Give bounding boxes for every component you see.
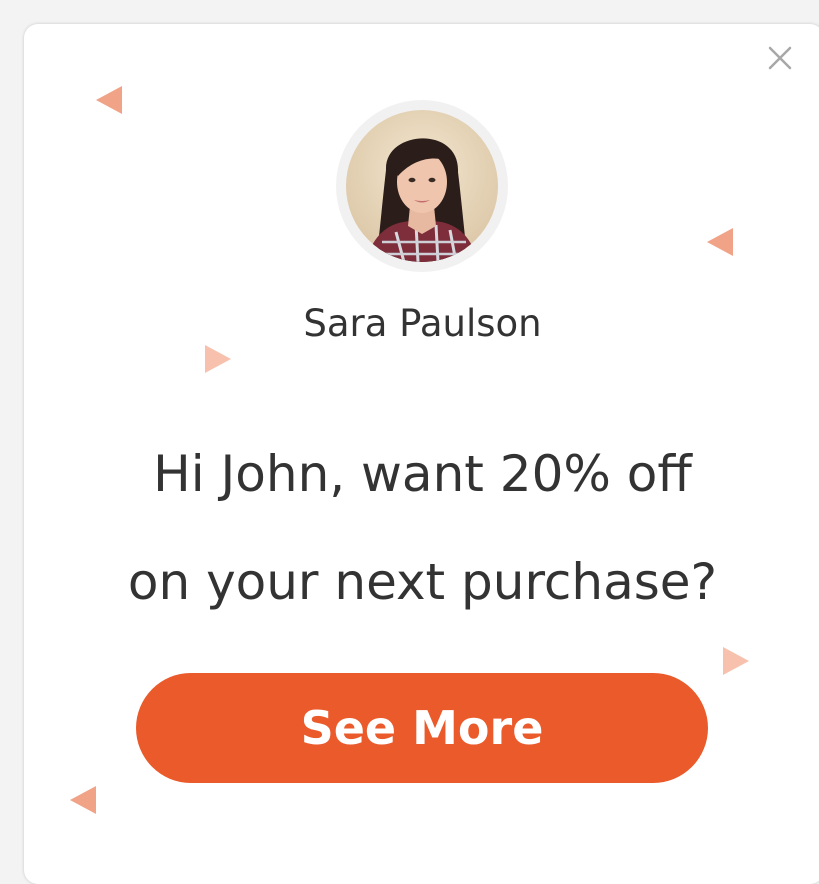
decor-triangle-icon: [723, 647, 749, 675]
promo-message-line2: on your next purchase?: [127, 553, 718, 611]
decor-triangle-icon: [205, 345, 231, 373]
promo-message-line1: Hi John, want 20% off: [153, 445, 692, 503]
promo-message: Hi John, want 20% off on your next purch…: [0, 420, 819, 636]
avatar-photo: [346, 110, 498, 262]
avatar: [346, 110, 498, 262]
close-icon: [768, 46, 792, 70]
decor-triangle-icon: [70, 786, 96, 814]
decor-triangle-icon: [96, 86, 122, 114]
sender-name: Sara Paulson: [303, 302, 542, 345]
decor-triangle-icon: [707, 228, 733, 256]
see-more-button[interactable]: See More: [136, 673, 708, 783]
close-button[interactable]: [764, 42, 796, 74]
